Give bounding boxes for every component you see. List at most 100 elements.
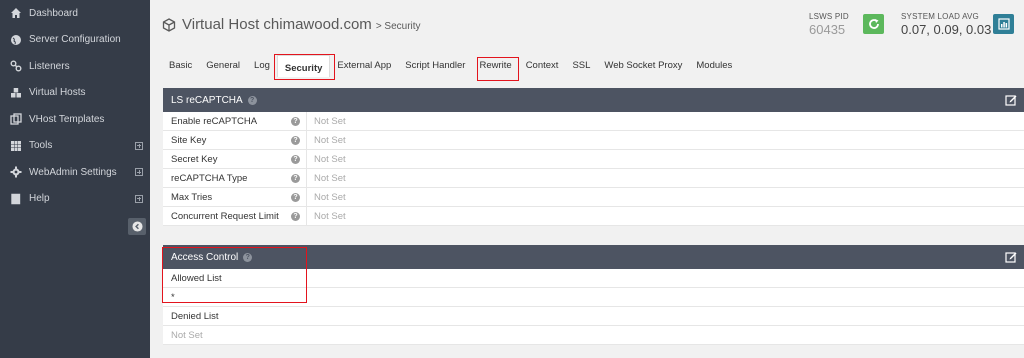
denied-list-value: Not Set [163,326,1024,345]
recaptcha-row: Secret Key? Not Set [163,150,1024,169]
help-icon[interactable]: ? [291,117,300,126]
tab-modules[interactable]: Modules [689,55,739,77]
recaptcha-row: Max Tries? Not Set [163,188,1024,207]
sidebar-item-help[interactable]: Help [0,186,150,213]
tab-script-handler[interactable]: Script Handler [398,55,472,77]
setting-key: Secret Key [171,153,218,165]
bar-chart-icon [997,18,1010,30]
restart-button[interactable] [863,14,884,34]
pid-value: 60435 [809,22,846,37]
help-icon[interactable]: ? [291,174,300,183]
tab-rewrite[interactable]: Rewrite [472,55,518,77]
access-control-panel-header: Access Control ? [163,245,1024,269]
setting-value: Not Set [306,188,346,206]
home-icon [9,6,23,20]
tab-context[interactable]: Context [519,55,566,77]
expand-icon[interactable] [135,194,143,203]
help-icon[interactable]: ? [291,136,300,145]
tab-log[interactable]: Log [247,55,277,77]
setting-label: Secret Key? [163,150,306,168]
grid-icon [9,139,23,153]
load-chart-button[interactable] [993,14,1014,34]
lsws-pid-stat: LSWS PID 60435 [809,12,849,37]
sidebar-item-label: Help [29,193,50,205]
setting-value: Not Set [306,207,346,225]
sidebar: Dashboard Server Configuration Listeners Vi… [0,0,150,358]
help-icon[interactable]: ? [291,155,300,164]
page-heading: Virtual Host chimawood.com > Security [162,16,421,33]
sidebar-item-label: VHost Templates [29,113,105,125]
sidebar-item-label: Listeners [29,60,70,72]
recaptcha-row: Concurrent Request Limit? Not Set [163,207,1024,226]
edit-icon[interactable] [1005,251,1017,263]
recaptcha-row: Site Key? Not Set [163,131,1024,150]
book-icon [9,192,23,206]
main-content: Virtual Host chimawood.com > Security LS… [150,0,1024,358]
sidebar-item-virtual-hosts[interactable]: Virtual Hosts [0,80,150,107]
refresh-icon [868,19,879,29]
sidebar-item-label: Virtual Hosts [29,87,86,99]
copy-icon [9,112,23,126]
access-control-panel: Access Control ? Allowed List * Denied L… [163,245,1024,345]
setting-key: Enable reCAPTCHA [171,115,258,127]
recaptcha-panel-header: LS reCAPTCHA ? [163,88,1024,112]
sidebar-item-tools[interactable]: Tools [0,133,150,160]
setting-label: reCAPTCHA Type? [163,169,306,187]
tab-general[interactable]: General [199,55,247,77]
tab-security[interactable]: Security [276,55,331,77]
sidebar-item-webadmin-settings[interactable]: WebAdmin Settings [0,159,150,186]
pid-label: LSWS PID [809,12,849,21]
cube-icon [162,17,176,32]
gear-icon [9,165,23,179]
sidebar-item-listeners[interactable]: Listeners [0,53,150,80]
chevron-left-circle-icon [131,221,143,232]
load-label: SYSTEM LOAD AVG [901,12,979,21]
recaptcha-row: Enable reCAPTCHA? Not Set [163,112,1024,131]
help-icon[interactable]: ? [291,193,300,202]
setting-key: Concurrent Request Limit [171,210,279,222]
setting-key: Max Tries [171,191,213,203]
sidebar-item-label: Server Configuration [29,34,121,46]
setting-label: Site Key? [163,131,306,149]
help-icon[interactable]: ? [243,252,253,262]
sidebar-item-dashboard[interactable]: Dashboard [0,0,150,27]
collapse-sidebar-button[interactable] [128,218,146,235]
tab-bar: Basic General Log Security External App Scrip… [162,55,739,77]
tab-ssl[interactable]: SSL [565,55,597,77]
link-icon [9,59,23,73]
sidebar-item-label: Tools [29,140,53,152]
sidebar-item-server-configuration[interactable]: Server Configuration [0,27,150,54]
setting-label: Enable reCAPTCHA? [163,112,306,130]
allowed-list-label: Allowed List [163,269,1024,288]
expand-icon[interactable] [135,168,143,177]
recaptcha-panel: LS reCAPTCHA ? Enable reCAPTCHA? Not Set S… [163,88,1024,226]
tab-basic[interactable]: Basic [162,55,199,77]
setting-value: Not Set [306,112,346,130]
setting-value: Not Set [306,169,346,187]
page-title: Virtual Host chimawood.com [182,16,372,33]
setting-key: reCAPTCHA Type [171,172,248,184]
denied-list-label: Denied List [163,307,1024,326]
tab-web-socket-proxy[interactable]: Web Socket Proxy [597,55,689,77]
edit-icon[interactable] [1005,94,1017,106]
setting-value: Not Set [306,131,346,149]
setting-label: Max Tries? [163,188,306,206]
globe-icon [9,33,23,47]
sidebar-item-vhost-templates[interactable]: VHost Templates [0,106,150,133]
setting-label: Concurrent Request Limit? [163,207,306,225]
access-control-panel-title: Access Control [171,251,239,263]
allowed-list-value: * [163,288,1024,307]
recaptcha-panel-title: LS reCAPTCHA [171,94,243,106]
expand-icon[interactable] [135,141,143,150]
system-load-stat: SYSTEM LOAD AVG 0.07, 0.09, 0.03 [901,12,991,37]
setting-key: Site Key [171,134,207,146]
help-icon[interactable]: ? [291,212,300,221]
breadcrumb: > Security [375,20,421,32]
tab-external-app[interactable]: External App [330,55,398,77]
sidebar-item-label: Dashboard [29,7,78,19]
sidebar-item-label: WebAdmin Settings [29,166,117,178]
help-icon[interactable]: ? [247,95,257,105]
setting-value: Not Set [306,150,346,168]
load-value: 0.07, 0.09, 0.03 [901,22,992,37]
recaptcha-row: reCAPTCHA Type? Not Set [163,169,1024,188]
